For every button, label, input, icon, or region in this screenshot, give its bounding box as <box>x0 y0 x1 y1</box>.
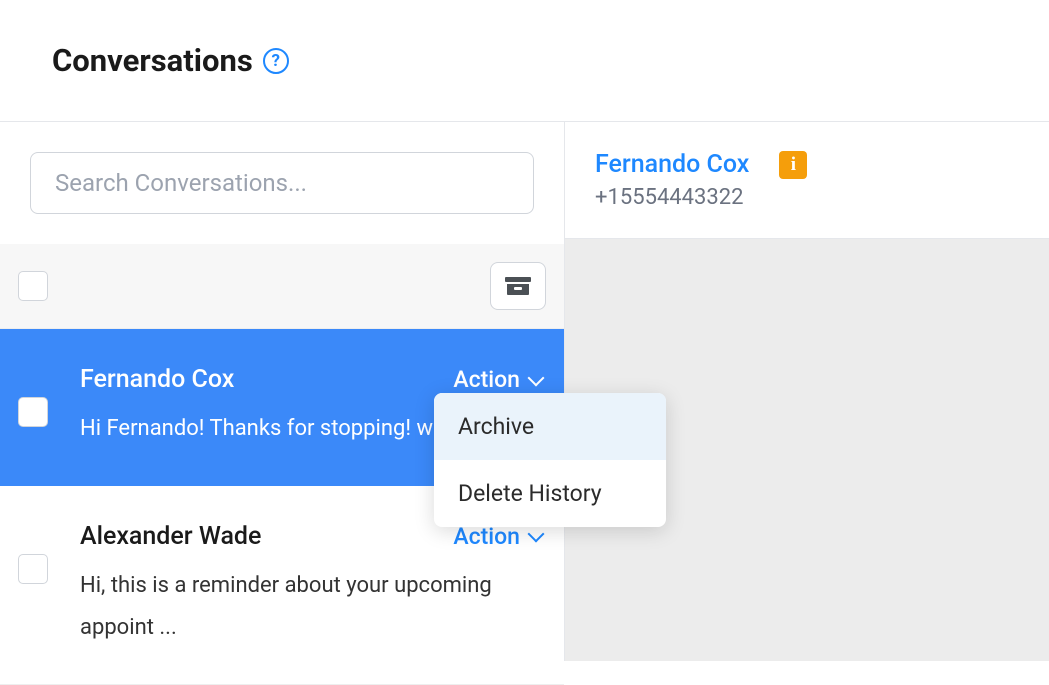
page-header: Conversations ? <box>0 0 1049 121</box>
conversation-name: Fernando Cox <box>80 365 234 394</box>
chevron-down-icon <box>528 531 544 541</box>
detail-header: Fernando Cox i +15554443322 <box>565 122 1049 239</box>
conversation-name: Alexander Wade <box>80 522 261 551</box>
detail-contact-name[interactable]: Fernando Cox <box>595 150 749 179</box>
content: Fernando Cox Action Hi Fernando! Thanks … <box>0 122 1049 661</box>
conversation-preview: Hi, this is a reminder about your upcomi… <box>80 565 544 649</box>
action-dropdown-button[interactable]: Action <box>453 366 544 393</box>
detail-contact-phone: +15554443322 <box>595 185 1019 210</box>
action-label: Action <box>453 366 520 393</box>
search-wrap <box>0 122 564 244</box>
archive-button[interactable] <box>490 262 546 310</box>
detail-name-line: Fernando Cox i <box>595 150 1019 179</box>
detail-panel: Fernando Cox i +15554443322 <box>565 122 1049 661</box>
search-input[interactable] <box>30 152 534 214</box>
conversation-list-panel: Fernando Cox Action Hi Fernando! Thanks … <box>0 122 565 661</box>
help-icon[interactable]: ? <box>263 48 289 74</box>
page-title: Conversations <box>52 42 253 79</box>
select-all-checkbox[interactable] <box>18 271 48 301</box>
conversation-body: Alexander Wade Action Hi, this is a remi… <box>80 522 544 649</box>
chevron-down-icon <box>528 375 544 385</box>
conversation-checkbox[interactable] <box>18 397 48 427</box>
dropdown-item-archive[interactable]: Archive <box>434 393 666 460</box>
info-icon[interactable]: i <box>779 151 807 179</box>
conversation-checkbox[interactable] <box>18 554 48 584</box>
list-toolbar <box>0 244 564 329</box>
archive-icon <box>507 277 529 295</box>
conversation-header: Fernando Cox Action <box>80 365 544 394</box>
action-dropdown-menu: Archive Delete History <box>434 393 666 527</box>
dropdown-item-delete-history[interactable]: Delete History <box>434 460 666 527</box>
